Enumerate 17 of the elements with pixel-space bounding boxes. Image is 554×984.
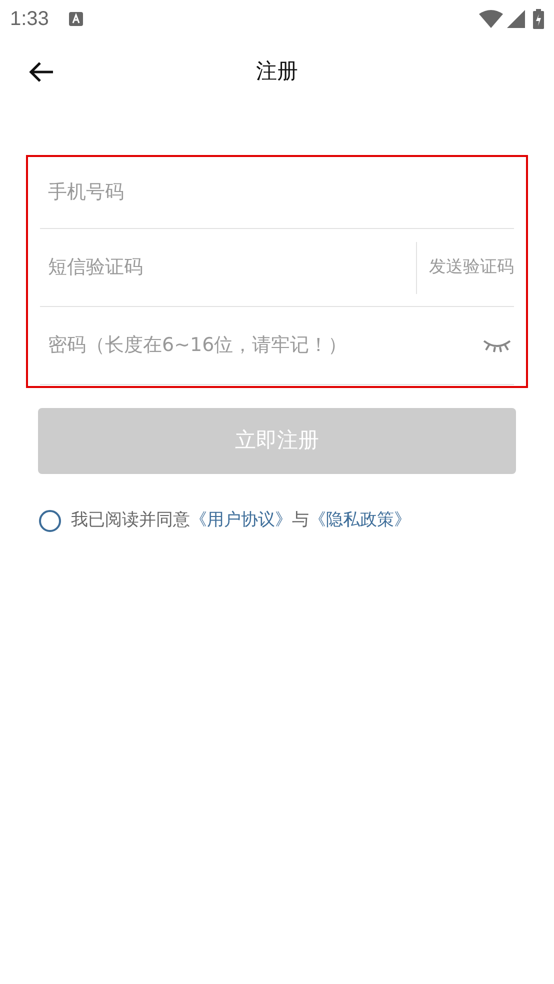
- agreement-checkbox[interactable]: [39, 510, 61, 532]
- battery-icon: [533, 9, 544, 29]
- send-code-button[interactable]: 发送验证码: [417, 254, 514, 280]
- password-input-field[interactable]: 密码（长度在6~16位，请牢记！）: [40, 331, 482, 360]
- closed-eye-icon: [483, 338, 511, 352]
- agreement-text: 我已阅读并同意: [71, 509, 190, 532]
- user-agreement-link[interactable]: 《用户协议》: [190, 508, 292, 534]
- back-arrow-icon: [28, 60, 54, 82]
- wifi-icon: [479, 10, 503, 28]
- phone-input-field[interactable]: 手机号码: [40, 178, 514, 207]
- signal-icon: [507, 10, 525, 28]
- privacy-policy-link[interactable]: 《隐私政策》: [309, 508, 411, 534]
- page-title: 注册: [256, 58, 298, 85]
- agreement-joiner: 与: [292, 509, 309, 532]
- status-time: 1:33: [10, 7, 49, 32]
- keyboard-icon: [68, 12, 83, 26]
- sms-code-input-field[interactable]: 短信验证码: [40, 253, 416, 282]
